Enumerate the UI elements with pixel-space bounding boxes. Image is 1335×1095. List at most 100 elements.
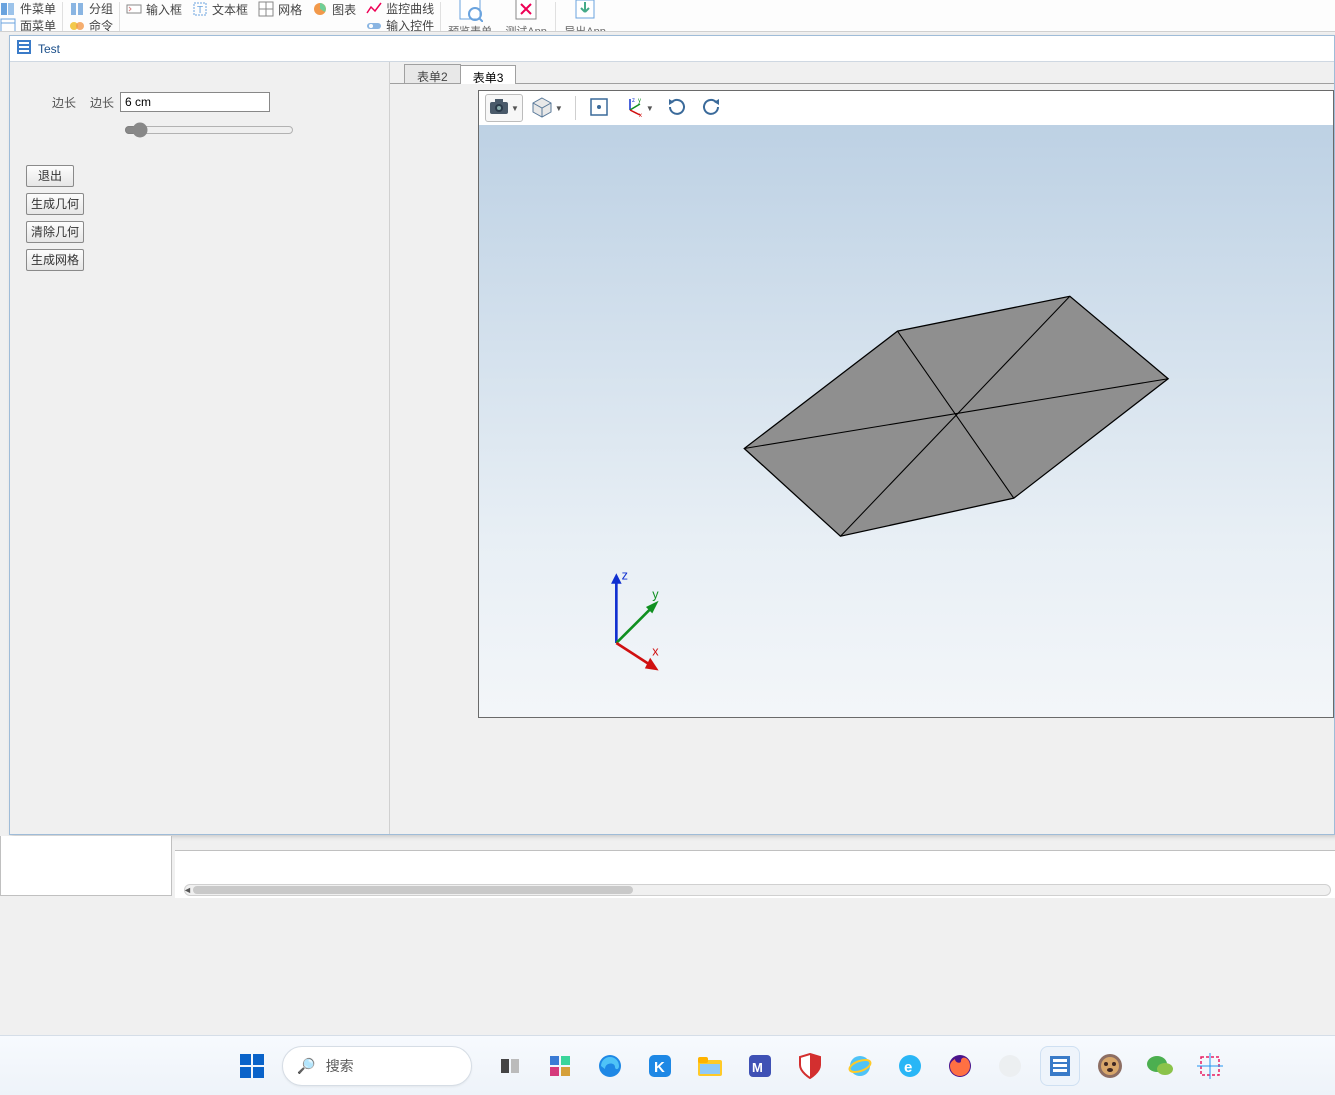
ribbon-label: 预览表单 (448, 23, 492, 33)
pin-comsol[interactable] (1040, 1046, 1080, 1086)
pin-snip[interactable] (1190, 1046, 1230, 1086)
viewport-toolbar: ▼ ▼ (479, 91, 1333, 125)
search-placeholder: 搜索 (326, 1056, 354, 1076)
axis-orientation-button[interactable]: z y x ▼ (618, 94, 658, 122)
horizontal-scrollbar[interactable]: ◄ (184, 884, 1331, 896)
generate-geometry-button[interactable]: 生成几何 (26, 193, 84, 215)
ribbon-big-preview[interactable]: 预览表单 (447, 0, 493, 32)
pin-taskview[interactable] (490, 1046, 530, 1086)
ribbon-item-monitor[interactable]: 监控曲线 (366, 0, 434, 17)
start-button[interactable] (232, 1046, 272, 1086)
grid-icon (258, 1, 274, 17)
svg-text:x: x (652, 645, 659, 659)
axis-icon: z y x (622, 96, 644, 121)
ribbon-label: 命令 (89, 17, 113, 32)
pin-edge-legacy[interactable]: e (890, 1046, 930, 1086)
ribbon-big-test[interactable]: 测试App (503, 0, 549, 32)
tabs: 表单2 表单3 (390, 62, 1334, 84)
ribbon-label: 分组 (89, 0, 113, 17)
ribbon-item-grid[interactable]: 网格 (258, 1, 302, 18)
svg-text:y: y (638, 98, 641, 104)
tree-panel-stub (0, 836, 172, 896)
screenshot-button[interactable]: ▼ (485, 94, 523, 122)
ribbon-item-group[interactable]: 分组 (69, 0, 113, 17)
svg-text:z: z (622, 569, 628, 583)
pin-ie[interactable] (840, 1046, 880, 1086)
ribbon-item-inputbox[interactable]: 输入框 (126, 1, 182, 18)
menu-icon (0, 1, 16, 17)
edge-length-slider[interactable] (124, 122, 294, 138)
app-icon (16, 39, 32, 58)
svg-text:K: K (654, 1059, 665, 1076)
edge-length-input[interactable] (120, 92, 270, 112)
param-label-inner: 边长 (90, 94, 114, 111)
ribbon-item-panel-menu[interactable]: 面菜单 (0, 17, 56, 32)
generate-mesh-button[interactable]: 生成网格 (26, 249, 84, 271)
rotate-cw-icon (666, 96, 688, 121)
search-icon: 🔍 (297, 1057, 316, 1075)
test-icon (513, 0, 539, 22)
pin-kugou[interactable]: K (640, 1046, 680, 1086)
rotate-ccw-button[interactable] (696, 94, 726, 122)
side-panel: 边长 边长 退出 生成几何 清除几何 生成网格 (10, 62, 390, 834)
pin-shield[interactable] (790, 1046, 830, 1086)
view-cube-button[interactable]: ▼ (527, 94, 567, 122)
ribbon-item-merge[interactable]: 命令 (69, 17, 113, 32)
ribbon-label: 面菜单 (20, 17, 56, 32)
pin-explorer[interactable] (690, 1046, 730, 1086)
scrollbar-thumb[interactable] (193, 886, 633, 894)
ribbon-label: 件菜单 (20, 0, 56, 17)
ribbon-label: 网格 (278, 1, 302, 18)
pin-mcafee[interactable]: M (740, 1046, 780, 1086)
canvas-3d[interactable]: z y x (479, 125, 1333, 717)
pin-firefox[interactable] (940, 1046, 980, 1086)
ribbon-item-menu[interactable]: 件菜单 (0, 0, 56, 17)
ribbon-label: 文本框 (212, 1, 248, 18)
chevron-down-icon: ▼ (555, 104, 563, 113)
ribbon-label: 输入控件 (386, 17, 434, 32)
hexagon-mesh (744, 296, 1168, 536)
rotate-cw-button[interactable] (662, 94, 692, 122)
textbox-icon: T (192, 1, 208, 17)
param-label-outer: 边长 (52, 94, 76, 111)
cube-icon (531, 96, 553, 121)
titlebar[interactable]: Test (10, 36, 1334, 62)
graphics-viewport: ▼ ▼ (478, 90, 1334, 718)
ribbon-big-export[interactable]: 导出App (562, 0, 608, 32)
zoom-extents-button[interactable] (584, 94, 614, 122)
ribbon-label: 图表 (332, 1, 356, 18)
windows-icon (239, 1053, 265, 1079)
camera-icon (489, 98, 509, 119)
svg-text:y: y (652, 588, 659, 602)
pin-browser[interactable] (990, 1046, 1030, 1086)
clear-geometry-button[interactable]: 清除几何 (26, 221, 84, 243)
exit-button[interactable]: 退出 (26, 165, 74, 187)
taskbar: 🔍 搜索 K M e (0, 1035, 1335, 1095)
extents-icon (588, 96, 610, 121)
monitor-icon (366, 1, 382, 17)
merge-icon (69, 18, 85, 33)
ribbon-item-textbox[interactable]: T 文本框 (192, 1, 248, 18)
pin-avatar[interactable] (1090, 1046, 1130, 1086)
svg-text:T: T (197, 5, 203, 16)
ribbon-label: 输入框 (146, 1, 182, 18)
pin-edge[interactable] (590, 1046, 630, 1086)
preview-icon (457, 0, 483, 22)
svg-text:x: x (639, 113, 642, 118)
pin-widgets[interactable] (540, 1046, 580, 1086)
scroll-left-icon[interactable]: ◄ (183, 885, 193, 895)
chart-icon (312, 1, 328, 17)
inputbox-icon (126, 1, 142, 17)
tab-form2[interactable]: 表单2 (404, 64, 461, 83)
ribbon-label: 导出App (564, 23, 606, 33)
chevron-down-icon: ▼ (511, 104, 519, 113)
tab-form3[interactable]: 表单3 (460, 65, 517, 84)
inputctrl-icon (366, 18, 382, 33)
ribbon-label: 监控曲线 (386, 0, 434, 17)
taskbar-search[interactable]: 🔍 搜索 (282, 1046, 472, 1086)
group-icon (69, 1, 85, 17)
pin-wechat[interactable] (1140, 1046, 1180, 1086)
ribbon-item-inputctrl[interactable]: 输入控件 (366, 17, 434, 32)
ribbon-item-chart[interactable]: 图表 (312, 1, 356, 18)
rotate-ccw-icon (700, 96, 722, 121)
